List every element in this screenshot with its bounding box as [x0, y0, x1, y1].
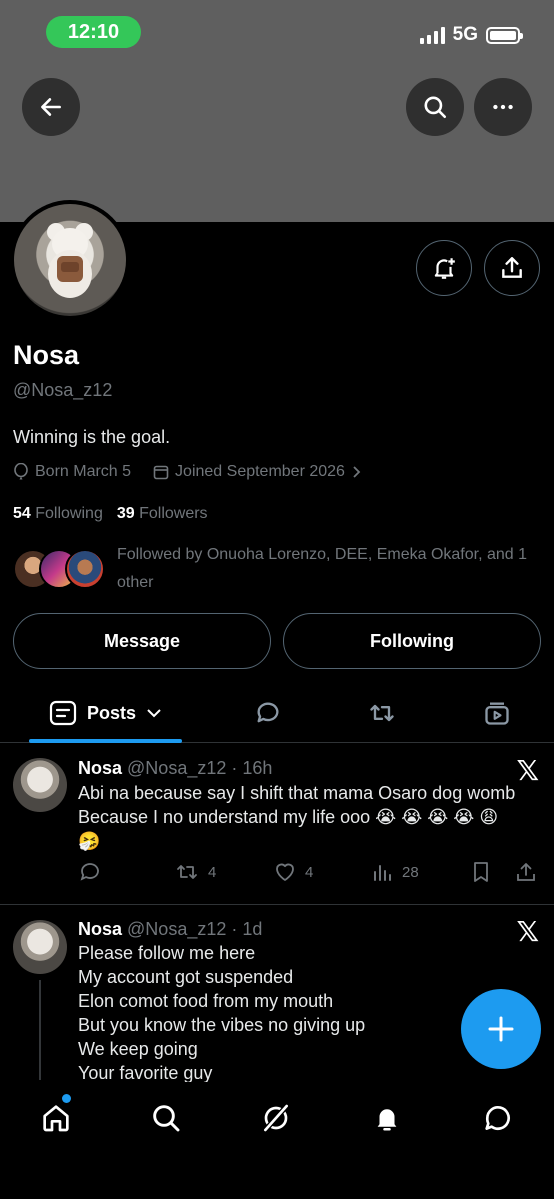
home-notification-dot	[62, 1094, 71, 1103]
post-line: My account got suspended	[78, 967, 294, 987]
search-icon	[153, 1105, 180, 1132]
post-line: Because I no understand my life ooo 😭 😭 …	[78, 807, 499, 827]
nav-notifications[interactable]	[367, 1098, 407, 1138]
bookmark-button[interactable]	[470, 860, 492, 884]
post-line: Abi na because say I shift that mama Osa…	[78, 783, 516, 803]
nav-home[interactable]	[36, 1098, 76, 1138]
network-label: 5G	[452, 24, 478, 45]
signal-icon	[419, 26, 445, 44]
chevron-right-icon[interactable]	[351, 465, 363, 479]
notify-button[interactable]	[416, 240, 472, 296]
battery-icon	[486, 26, 523, 44]
followed-by-text[interactable]: Followed by Onuoha Lorenzo, DEE, Emeka O…	[117, 541, 537, 597]
post-author[interactable]: Nosa	[78, 919, 122, 939]
share-button[interactable]	[484, 240, 540, 296]
calendar-icon	[153, 465, 169, 480]
post-header: Nosa @Nosa_z12 · 1d	[78, 919, 262, 940]
post-handle-time: @Nosa_z12 · 16h	[127, 758, 273, 778]
repost-icon	[177, 865, 197, 879]
profile-bio: Winning is the goal.	[13, 427, 171, 447]
arrow-left-icon	[41, 98, 61, 116]
joined-date: Joined September 2026	[175, 463, 345, 480]
avatar[interactable]	[13, 758, 67, 812]
back-button[interactable]	[22, 78, 80, 136]
bookmark-icon	[474, 862, 488, 882]
grok-icon	[263, 1104, 289, 1132]
post-header: Nosa @Nosa_z12 · 16h	[78, 758, 272, 779]
share-icon	[517, 863, 535, 881]
post-author[interactable]: Nosa	[78, 758, 122, 778]
reply-button[interactable]	[78, 860, 102, 884]
post-handle-time: @Nosa_z12 · 1d	[127, 919, 263, 939]
bell-icon	[377, 1109, 397, 1131]
tab-underline	[29, 739, 182, 743]
search-button[interactable]	[406, 78, 464, 136]
repost-button[interactable]: 4	[174, 860, 216, 884]
like-button[interactable]: 4	[273, 860, 313, 884]
following-button[interactable]: Following	[283, 613, 541, 669]
more-button[interactable]	[474, 78, 532, 136]
post-card[interactable]: Nosa @Nosa_z12 · 16h 𝕏 Abi na because sa…	[0, 744, 554, 904]
post-card[interactable]: Nosa @Nosa_z12 · 1d 𝕏 Please follow me h…	[0, 905, 554, 1085]
profile-avatar[interactable]	[10, 200, 130, 320]
nav-grok[interactable]	[256, 1098, 296, 1138]
bell-plus-icon	[434, 258, 455, 279]
profile-handle: @Nosa_z12	[13, 380, 113, 400]
following-count-link[interactable]: 54 Following	[13, 505, 103, 523]
profile-name: Nosa	[13, 340, 80, 370]
born-date: Born March 5	[35, 463, 132, 480]
post-line: 🤧	[78, 831, 101, 851]
bottom-nav	[0, 1082, 554, 1199]
message-icon	[485, 1106, 510, 1130]
followed-by-avatars[interactable]	[13, 549, 105, 589]
tab-posts-label: Posts	[86, 702, 137, 723]
profile-meta: Born March 5 Joined September 2026	[13, 463, 363, 481]
repost-count: 4	[208, 863, 217, 881]
post-text: Abi na because say I shift that mama Osa…	[78, 781, 540, 853]
views-button[interactable]: 28	[372, 860, 419, 884]
thread-line	[39, 980, 41, 1080]
profile-tabs: Posts	[0, 683, 554, 743]
video-icon	[485, 702, 509, 725]
reply-icon	[257, 702, 279, 723]
more-icon	[493, 104, 513, 110]
views-count: 28	[402, 863, 419, 881]
plus-icon	[488, 1016, 514, 1042]
tab-replies[interactable]	[240, 683, 296, 743]
home-icon	[43, 1105, 69, 1132]
post-line: Please follow me here	[78, 943, 256, 963]
follow-counts: 54 Following 39 Followers	[13, 505, 208, 523]
teddy-bear-image	[47, 223, 93, 298]
share-icon	[502, 257, 522, 278]
search-icon	[424, 96, 447, 119]
posts-icon	[49, 700, 77, 726]
chevron-down-icon	[147, 709, 161, 718]
followers-count-link[interactable]: 39 Followers	[117, 505, 208, 523]
tab-media[interactable]	[469, 683, 525, 743]
tab-posts[interactable]: Posts	[29, 683, 182, 743]
balloon-icon	[14, 463, 28, 480]
message-button[interactable]: Message	[13, 613, 271, 669]
status-indicators: 5G	[419, 24, 523, 46]
status-time: 12:10	[46, 16, 141, 48]
nav-messages[interactable]	[478, 1098, 518, 1138]
heart-icon	[276, 863, 294, 881]
avatar[interactable]	[13, 920, 67, 974]
views-icon	[374, 865, 391, 881]
like-count: 4	[305, 863, 314, 881]
share-post-button[interactable]	[514, 860, 538, 884]
nav-search[interactable]	[146, 1098, 186, 1138]
compose-button[interactable]	[461, 989, 541, 1069]
avatar	[65, 549, 105, 589]
post-actions: 4 4 28	[78, 860, 540, 890]
tab-reposts[interactable]	[354, 683, 410, 743]
repost-icon	[370, 704, 394, 722]
reply-icon	[80, 863, 99, 881]
